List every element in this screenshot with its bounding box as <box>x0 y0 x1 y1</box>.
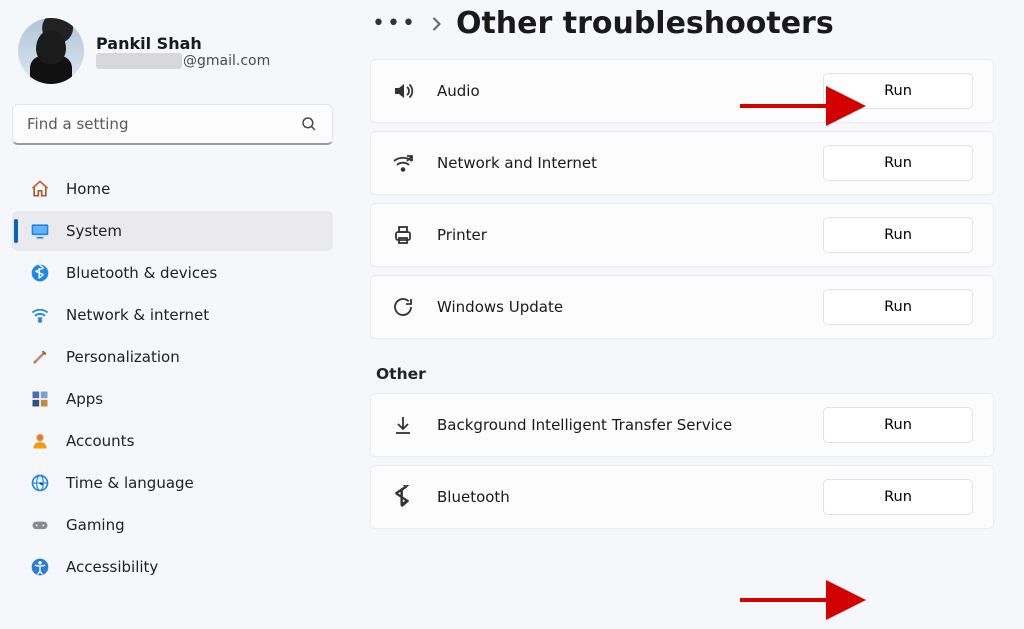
user-name: Pankil Shah <box>96 34 270 53</box>
audio-icon <box>391 79 415 103</box>
sidebar-item-personalization[interactable]: Personalization <box>12 337 333 377</box>
troubleshooter-label: Background Intelligent Transfer Service <box>437 416 801 434</box>
bluetooth-icon <box>391 485 415 509</box>
troubleshooter-row: Network and Internet Run <box>370 131 994 195</box>
troubleshooter-row: Bluetooth Run <box>370 465 994 529</box>
troubleshooter-label: Network and Internet <box>437 154 801 172</box>
search-icon <box>300 115 318 133</box>
sidebar-item-apps[interactable]: Apps <box>12 379 333 419</box>
troubleshooter-label: Bluetooth <box>437 488 801 506</box>
search-box[interactable] <box>12 104 333 145</box>
wifi-icon <box>30 305 50 325</box>
page-title: Other troubleshooters <box>456 6 834 41</box>
accounts-icon <box>30 431 50 451</box>
sidebar: Pankil Shah @gmail.com Home System Bluet… <box>0 0 345 629</box>
profile-block[interactable]: Pankil Shah @gmail.com <box>18 18 327 84</box>
annotation-arrow <box>740 580 870 620</box>
troubleshooter-label: Printer <box>437 226 801 244</box>
system-icon <box>30 221 50 241</box>
run-button-printer[interactable]: Run <box>823 217 973 253</box>
update-icon <box>391 295 415 319</box>
section-heading-other: Other <box>376 365 994 383</box>
troubleshooter-row: Audio Run <box>370 59 994 123</box>
network-icon <box>391 151 415 175</box>
sidebar-item-accounts[interactable]: Accounts <box>12 421 333 461</box>
sidebar-item-label: Network & internet <box>66 306 209 324</box>
run-button-bluetooth[interactable]: Run <box>823 479 973 515</box>
sidebar-item-system[interactable]: System <box>12 211 333 251</box>
avatar <box>18 18 84 84</box>
sidebar-item-time-language[interactable]: Time & language <box>12 463 333 503</box>
troubleshooter-label: Audio <box>437 82 801 100</box>
printer-icon <box>391 223 415 247</box>
sidebar-item-label: Accounts <box>66 432 134 450</box>
apps-icon <box>30 389 50 409</box>
sidebar-item-label: Home <box>66 180 110 198</box>
paintbrush-icon <box>30 347 50 367</box>
chevron-right-icon <box>431 16 442 32</box>
run-button-network[interactable]: Run <box>823 145 973 181</box>
breadcrumb-overflow-button[interactable]: ••• <box>372 11 417 36</box>
run-button-windows-update[interactable]: Run <box>823 289 973 325</box>
sidebar-item-label: System <box>66 222 122 240</box>
nav-list: Home System Bluetooth & devices Network … <box>12 169 333 587</box>
gaming-icon <box>30 515 50 535</box>
sidebar-item-label: Time & language <box>66 474 194 492</box>
troubleshooter-row: Printer Run <box>370 203 994 267</box>
sidebar-item-gaming[interactable]: Gaming <box>12 505 333 545</box>
troubleshooter-row: Windows Update Run <box>370 275 994 339</box>
sidebar-item-home[interactable]: Home <box>12 169 333 209</box>
home-icon <box>30 179 50 199</box>
troubleshooter-row: Background Intelligent Transfer Service … <box>370 393 994 457</box>
header: ••• Other troubleshooters <box>372 6 994 41</box>
sidebar-item-label: Bluetooth & devices <box>66 264 217 282</box>
run-button-bits[interactable]: Run <box>823 407 973 443</box>
download-icon <box>391 413 415 437</box>
main-content: ••• Other troubleshooters Audio Run Netw… <box>345 0 1024 629</box>
accessibility-icon <box>30 557 50 577</box>
sidebar-item-label: Gaming <box>66 516 125 534</box>
sidebar-item-label: Personalization <box>66 348 180 366</box>
search-input[interactable] <box>27 115 300 133</box>
sidebar-item-label: Accessibility <box>66 558 158 576</box>
bluetooth-icon <box>30 263 50 283</box>
sidebar-item-accessibility[interactable]: Accessibility <box>12 547 333 587</box>
sidebar-item-bluetooth-devices[interactable]: Bluetooth & devices <box>12 253 333 293</box>
run-button-audio[interactable]: Run <box>823 73 973 109</box>
user-email: @gmail.com <box>96 53 270 69</box>
time-language-icon <box>30 473 50 493</box>
troubleshooter-label: Windows Update <box>437 298 801 316</box>
redacted-email-local <box>96 53 182 69</box>
sidebar-item-network-internet[interactable]: Network & internet <box>12 295 333 335</box>
sidebar-item-label: Apps <box>66 390 103 408</box>
